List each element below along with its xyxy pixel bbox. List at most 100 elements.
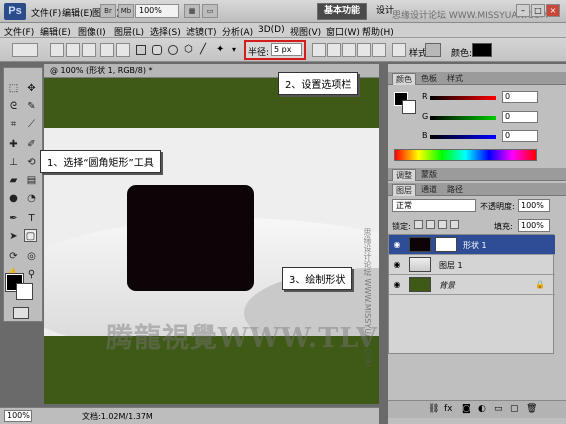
move-tool-icon[interactable]: ✥ [25, 82, 38, 95]
new-shape-layer-icon[interactable] [312, 43, 326, 57]
polygon-shape-icon[interactable]: ⬡ [184, 45, 194, 55]
rounded-rectangle-shape[interactable] [127, 185, 254, 291]
channel-b-slider[interactable] [430, 135, 496, 139]
menu-window[interactable]: 窗口(W) [326, 25, 360, 38]
layer-row-shape-1[interactable]: ◉ 形状 1 [389, 235, 555, 255]
tab-adjustments[interactable]: 调整 [392, 169, 416, 181]
tool-preset-picker[interactable] [12, 43, 38, 57]
menu-filter[interactable]: 滤镜(T) [186, 25, 217, 38]
menu-analysis[interactable]: 分析(A) [222, 25, 253, 38]
lock-position-icon[interactable] [438, 220, 447, 229]
line-shape-icon[interactable]: ╱ [200, 45, 210, 55]
workspace-essentials-button[interactable]: 基本功能 [317, 3, 368, 20]
blur-tool-icon[interactable]: ● [7, 192, 20, 205]
menu-layer[interactable]: 图层(L) [114, 25, 144, 38]
layer-row-background[interactable]: ◉ 背景 🔒 [389, 275, 555, 295]
brush-tool-icon[interactable]: ✐ [25, 138, 38, 151]
marquee-tool-icon[interactable]: ⬚ [7, 82, 20, 95]
tab-channels[interactable]: 通道 [418, 184, 440, 196]
quick-mask-icon[interactable] [13, 307, 29, 319]
eye-icon[interactable]: ◉ [392, 240, 402, 249]
close-icon[interactable]: × [546, 4, 560, 17]
eyedropper-tool-icon[interactable]: ⟋ [25, 118, 38, 131]
screen-mode-icon[interactable]: ▭ [202, 4, 218, 18]
status-zoom-field[interactable]: 100% [4, 410, 32, 422]
panel-background-swatch[interactable] [402, 100, 416, 114]
menu-file[interactable]: 文件(F) [31, 6, 61, 19]
link-icon[interactable] [392, 43, 406, 57]
layer-row-layer-1[interactable]: ◉ 图层 1 [389, 255, 555, 275]
shape-color-swatch[interactable] [472, 43, 492, 57]
minibridge-icon[interactable]: Mb [118, 4, 134, 18]
color-spectrum-bar[interactable] [394, 149, 537, 161]
menu-help[interactable]: 帮助(H) [362, 25, 394, 38]
add-to-shape-icon[interactable] [327, 43, 341, 57]
menu-view[interactable]: 视图(V) [290, 25, 321, 38]
layer-style-icon[interactable]: fx [444, 404, 453, 414]
clone-stamp-tool-icon[interactable]: ⊥ [7, 156, 20, 169]
add-mask-icon[interactable]: ◙ [462, 404, 471, 414]
lock-transparency-icon[interactable] [414, 220, 423, 229]
eye-icon[interactable]: ◉ [392, 280, 402, 289]
lasso-tool-icon[interactable]: ᘓ [7, 100, 20, 113]
crop-tool-icon[interactable]: ⌗ [7, 118, 20, 131]
background-color-swatch[interactable] [16, 283, 33, 300]
channel-r-slider[interactable] [430, 96, 496, 100]
document-info[interactable]: 文档:1.02M/1.37M [82, 411, 153, 422]
tab-layers[interactable]: 图层 [392, 184, 416, 196]
style-picker[interactable] [425, 43, 441, 57]
subtract-shape-icon[interactable] [342, 43, 356, 57]
fill-input[interactable]: 100% [518, 219, 550, 232]
bridge-icon[interactable]: Br [100, 4, 116, 18]
fill-pixels-icon[interactable] [82, 43, 96, 57]
new-group-icon[interactable]: ▭ [494, 404, 503, 414]
path-select-tool-icon[interactable]: ➤ [7, 230, 20, 243]
tab-styles[interactable]: 样式 [444, 73, 466, 85]
lock-all-icon[interactable] [450, 220, 459, 229]
link-layers-icon[interactable]: ⛓ [428, 404, 439, 414]
menu-edit[interactable]: 编辑(E) [40, 25, 71, 38]
zoom-tool-icon[interactable]: ⚲ [25, 268, 38, 281]
lock-pixels-icon[interactable] [426, 220, 435, 229]
tab-masks[interactable]: 蒙版 [418, 169, 440, 181]
pen-tool-icon[interactable] [100, 43, 114, 57]
channel-g-slider[interactable] [430, 116, 496, 120]
tab-color[interactable]: 颜色 [392, 73, 416, 85]
paths-icon[interactable] [66, 43, 80, 57]
arrange-documents-icon[interactable]: ▦ [184, 4, 200, 18]
rectangle-shape-icon[interactable] [136, 45, 146, 55]
channel-g-value[interactable]: 0 [502, 111, 538, 123]
minimize-icon[interactable]: – [516, 4, 530, 17]
3d-orbit-tool-icon[interactable]: ◎ [25, 250, 38, 263]
menu-file[interactable]: 文件(F) [4, 25, 34, 38]
eye-icon[interactable]: ◉ [392, 260, 402, 269]
pen-tool-icon[interactable]: ✒ [7, 212, 20, 225]
geometry-options-icon[interactable]: ▾ [232, 45, 242, 55]
type-tool-icon[interactable]: T [25, 212, 38, 225]
opacity-input[interactable]: 100% [518, 199, 550, 212]
channel-r-value[interactable]: 0 [502, 91, 538, 103]
intersect-shape-icon[interactable] [357, 43, 371, 57]
menu-image[interactable]: 图像(I) [78, 25, 106, 38]
channel-b-value[interactable]: 0 [502, 130, 538, 142]
freeform-pen-icon[interactable] [116, 43, 130, 57]
menu-select[interactable]: 选择(S) [150, 25, 181, 38]
delete-layer-icon[interactable]: 🗑 [526, 404, 537, 414]
radius-input[interactable]: 5 px [271, 43, 302, 56]
menu-3d[interactable]: 3D(D) [258, 25, 285, 35]
rounded-rectangle-shape-icon[interactable] [152, 45, 162, 55]
maximize-icon[interactable]: □ [531, 4, 545, 17]
quick-select-tool-icon[interactable]: ✎ [25, 100, 38, 113]
shape-layers-icon[interactable] [50, 43, 64, 57]
new-layer-icon[interactable]: ▢ [510, 404, 519, 414]
eraser-tool-icon[interactable]: ▰ [7, 174, 20, 187]
rounded-rectangle-tool-icon[interactable]: ▢ [24, 229, 37, 242]
ellipse-shape-icon[interactable] [168, 45, 178, 55]
adjustment-layer-icon[interactable]: ◐ [478, 404, 486, 414]
history-brush-tool-icon[interactable]: ⟲ [25, 156, 38, 169]
custom-shape-icon[interactable]: ✦ [216, 45, 226, 55]
menu-edit[interactable]: 编辑(E) [62, 6, 93, 19]
blend-mode-select[interactable]: 正常 [392, 199, 476, 212]
exclude-shape-icon[interactable] [372, 43, 386, 57]
zoom-level-select[interactable]: 100% [135, 4, 179, 18]
